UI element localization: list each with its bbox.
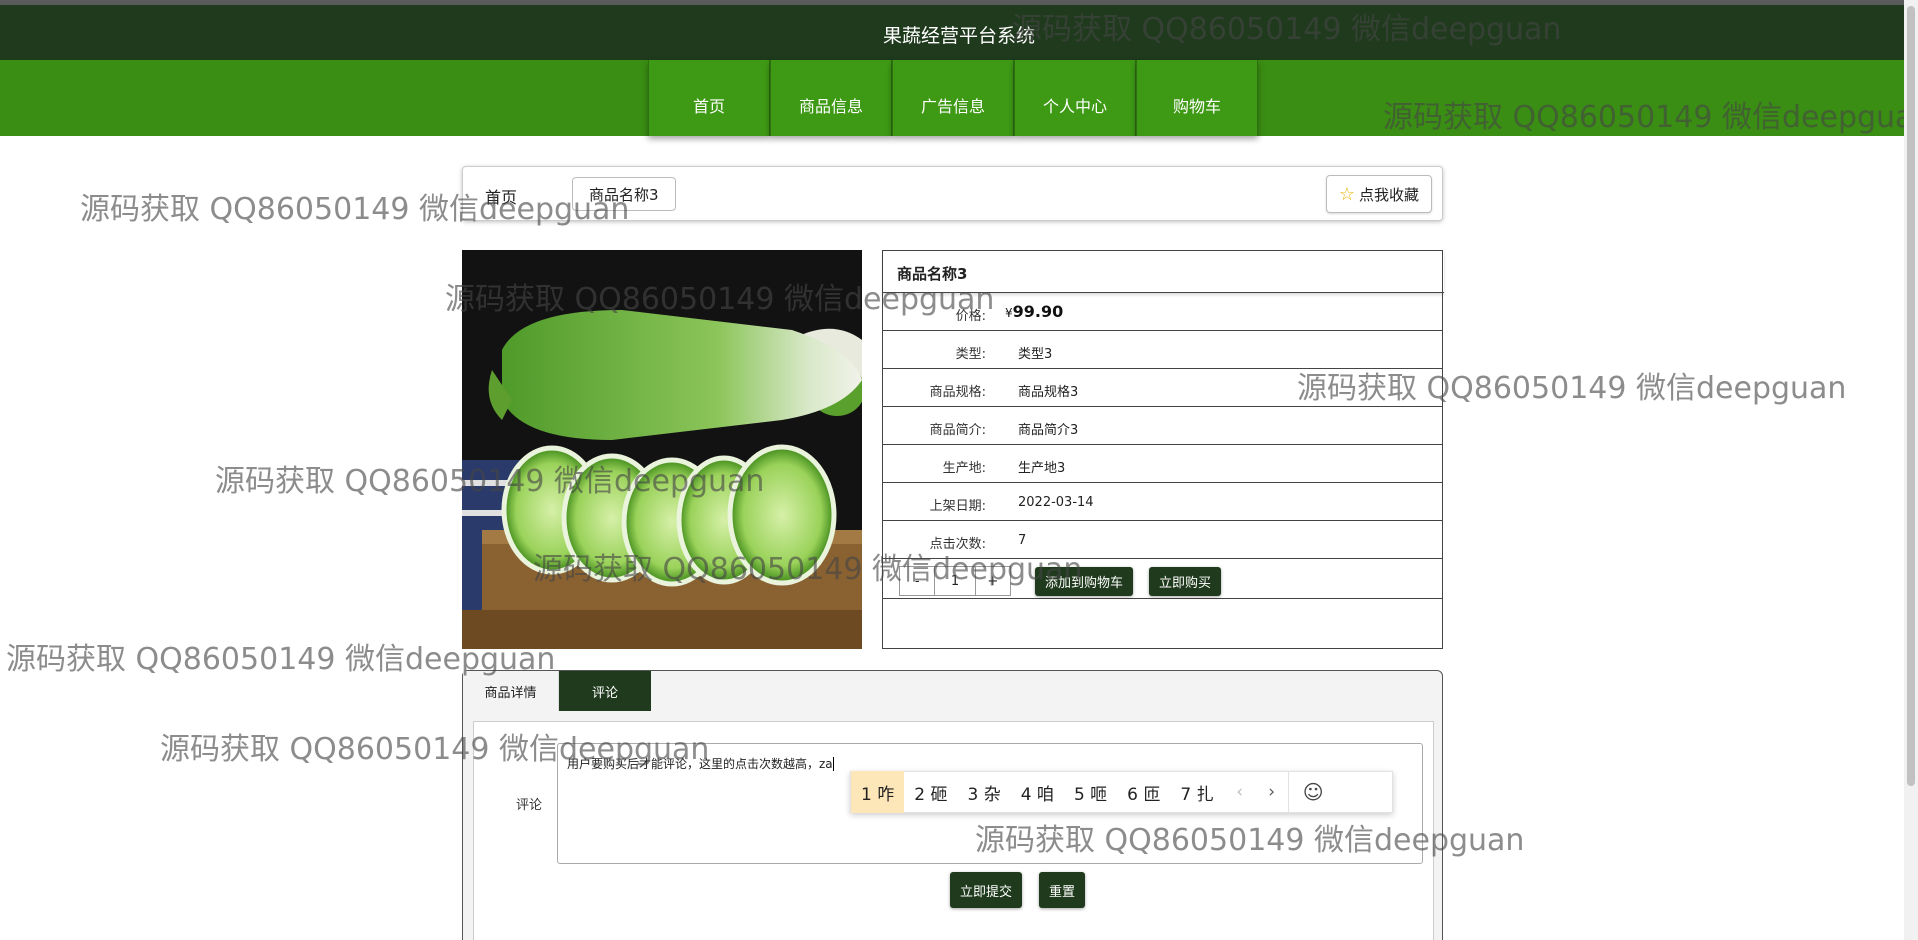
currency-symbol: ¥	[1005, 306, 1013, 320]
star-icon: ☆	[1338, 183, 1355, 205]
quantity-minus-button[interactable]: -	[900, 567, 934, 595]
favorite-button-label: 点我收藏	[1358, 185, 1419, 204]
field-row-intro: 商品简介: 商品简介3	[883, 407, 1442, 445]
field-row-date: 上架日期: 2022-03-14	[883, 483, 1442, 521]
submit-comment-button[interactable]: 立即提交	[950, 872, 1023, 908]
comment-form: 评论 用户要购买后才能评论，这里的点击次数越高，za 立即提交 重置	[473, 721, 1434, 940]
field-value: 类型3	[1018, 347, 1053, 362]
field-value: 商品简介3	[1018, 423, 1079, 438]
breadcrumb-current: 商品名称3	[572, 177, 676, 211]
field-value: 2022-03-14	[1018, 495, 1094, 510]
nav-item-products[interactable]: 商品信息	[770, 60, 892, 136]
product-image	[462, 250, 862, 649]
ime-candidate[interactable]: 7 扎	[1170, 771, 1223, 813]
favorite-button[interactable]: ☆ 点我收藏	[1325, 175, 1432, 213]
ime-emoji-icon[interactable]: ☺	[1287, 771, 1338, 813]
breadcrumb: 首页 商品名称3 ☆ 点我收藏	[462, 166, 1443, 221]
field-label: 商品规格:	[929, 385, 986, 400]
breadcrumb-home-link[interactable]: 首页	[485, 184, 517, 208]
nav-item-cart[interactable]: 购物车	[1136, 60, 1258, 136]
nav-item-profile[interactable]: 个人中心	[1014, 60, 1136, 136]
field-label: 上架日期:	[929, 499, 986, 514]
buy-now-button[interactable]: 立即购买	[1149, 567, 1222, 596]
product-info-panel: 商品名称3 价格: ¥99.90 类型: 类型3 商品规格: 商品规格3 商品简…	[882, 250, 1444, 649]
ime-candidate[interactable]: 5 咂	[1064, 771, 1117, 813]
field-label: 生产地:	[942, 461, 986, 476]
field-row-clicks: 点击次数: 7	[883, 521, 1442, 559]
ime-candidate[interactable]: 2 砸	[904, 771, 957, 813]
product-name: 商品名称3	[883, 251, 1444, 293]
field-row-type: 类型: 类型3	[883, 331, 1442, 369]
site-title: 果蔬经营平台系统	[882, 25, 1035, 47]
radish-illustration	[462, 250, 862, 649]
scrollbar-thumb[interactable]	[1907, 6, 1915, 786]
purchase-row: - 1 + 添加到购物车 立即购买	[883, 559, 1442, 599]
add-to-cart-button[interactable]: 添加到购物车	[1035, 567, 1134, 596]
field-label: 点击次数:	[929, 537, 986, 552]
quantity-stepper: - 1 +	[899, 566, 1011, 596]
quantity-input[interactable]: 1	[934, 567, 976, 595]
price-value: ¥99.90	[1005, 302, 1063, 321]
tab-product-details[interactable]: 商品详情	[463, 671, 559, 711]
main-nav: 首页 商品信息 广告信息 个人中心 购物车	[0, 60, 1918, 136]
ime-candidate[interactable]: 4 咱	[1011, 771, 1064, 813]
reset-button[interactable]: 重置	[1039, 872, 1086, 908]
field-value: 7	[1018, 533, 1027, 548]
price-label: 价格:	[955, 309, 986, 324]
field-value: 生产地3	[1018, 461, 1066, 476]
comment-label: 评论	[516, 798, 543, 813]
price-row: 价格: ¥99.90	[883, 293, 1442, 331]
ime-candidate[interactable]: 6 匝	[1117, 771, 1170, 813]
field-row-origin: 生产地: 生产地3	[883, 445, 1442, 483]
nav-item-home[interactable]: 首页	[648, 60, 770, 136]
field-value: 商品规格3	[1018, 385, 1079, 400]
ime-next-page-icon[interactable]: ›	[1256, 771, 1288, 813]
comment-text: 用户要购买后才能评论，这里的点击次数越高，za	[567, 757, 834, 771]
ime-candidate-bar: 1 咋 2 砸 3 杂 4 咱 5 咂 6 匝 7 扎 ‹ › ☺	[850, 771, 1393, 813]
ime-prev-page-icon[interactable]: ‹	[1224, 771, 1256, 813]
price-amount: 99.90	[1012, 302, 1064, 321]
top-header: 果蔬经营平台系统	[0, 0, 1918, 60]
field-row-spec: 商品规格: 商品规格3	[883, 369, 1442, 407]
tab-comments[interactable]: 评论	[559, 671, 651, 711]
ime-candidate[interactable]: 3 杂	[957, 771, 1010, 813]
field-label: 商品简介:	[929, 423, 986, 438]
ime-candidate[interactable]: 1 咋	[851, 771, 905, 813]
quantity-plus-button[interactable]: +	[976, 567, 1010, 595]
field-label: 类型:	[955, 347, 986, 362]
nav-item-ads[interactable]: 广告信息	[892, 60, 1014, 136]
